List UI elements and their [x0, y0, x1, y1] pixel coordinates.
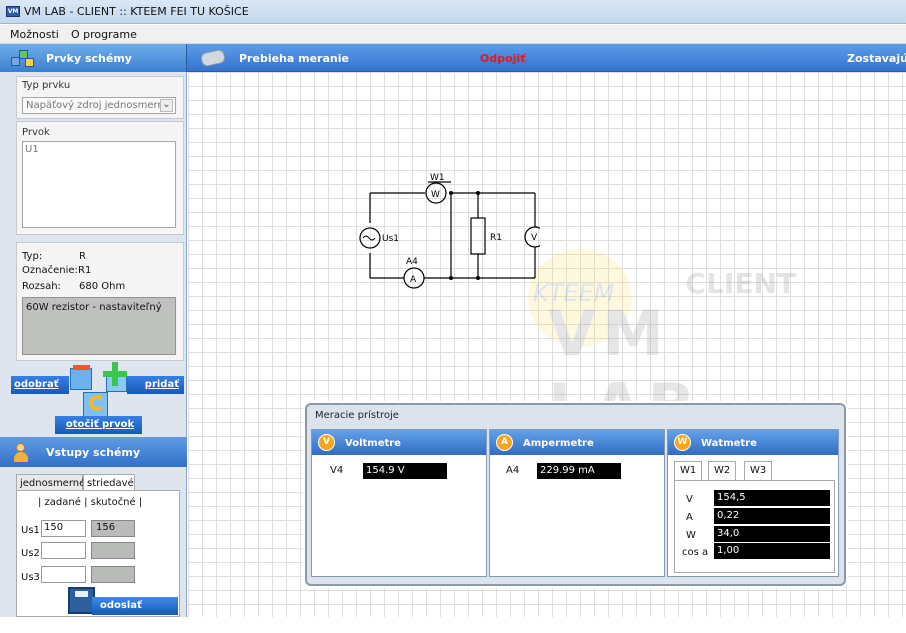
user-icon	[12, 443, 30, 462]
elements-panel-title: Prvky schémy	[46, 52, 132, 65]
list-item[interactable]: U1	[25, 144, 173, 155]
ammeter-symbol: A	[410, 275, 417, 285]
voltmeter-panel: V Voltmetre V4 154.9 V	[311, 429, 487, 577]
element-actions: odobrať pridať otočiť prvok	[11, 362, 184, 434]
voltmeter-icon: V	[318, 434, 335, 451]
wattmeter-power-label: W	[686, 530, 696, 541]
rotate-icon	[89, 395, 105, 411]
tab-w3[interactable]: W3	[744, 461, 773, 481]
us3-given-input[interactable]	[41, 566, 86, 583]
us2-given-input[interactable]	[41, 542, 86, 559]
remaining-time-label: Zostavajúci	[847, 52, 906, 65]
voltmeter-reading: 154.9 V	[363, 463, 447, 479]
wattmeter-label: W1	[430, 173, 445, 183]
wattmeter-icon: W	[674, 434, 691, 451]
ammeter-name: A4	[506, 465, 520, 476]
tab-w2[interactable]: W2	[708, 461, 737, 481]
ammeter-label: A4	[406, 257, 418, 267]
circuit-diagram[interactable]: W1 W Us1 A4 A R1 V V4	[350, 168, 540, 293]
info-designation-label: Označenie:	[22, 265, 78, 276]
send-inputs-button[interactable]: odoslať vstupy	[92, 597, 178, 629]
inputs-panel-header: Vstupy schémy	[0, 437, 187, 467]
elements-panel-header: Prvky schémy	[0, 44, 187, 72]
remove-element-button[interactable]: odobrať	[11, 376, 69, 394]
info-type-value: R	[79, 251, 86, 262]
input-row-label: Us2	[21, 548, 40, 559]
element-type-select[interactable]: Napäťový zdroj jednosmerný ⌄	[22, 97, 176, 114]
meter-window-title: Meracie prístroje	[315, 410, 399, 421]
tab-w1[interactable]: W1	[674, 461, 703, 481]
source-label: Us1	[382, 234, 399, 244]
meter-window[interactable]: Meracie prístroje V Voltmetre V4 154.9 V…	[305, 403, 846, 586]
rotate-element-button[interactable]: otočiť prvok	[55, 416, 142, 434]
plug-icon	[198, 48, 228, 66]
ac-source-icon	[362, 235, 376, 241]
ammeter-title: Ampermetre	[523, 438, 594, 449]
info-range-row: Rozsah: 680 Ohm	[22, 281, 125, 292]
info-range-label: Rozsah:	[22, 281, 61, 292]
input-tabs: jednosmerné striedavé	[16, 474, 180, 491]
wattmeter-title: Watmetre	[701, 438, 757, 449]
wattmeter-cos-value: 1,00	[714, 543, 830, 559]
menu-bar: Možnosti O programe	[0, 25, 906, 44]
tab-ac[interactable]: striedavé	[83, 474, 135, 491]
element-type-label: Typ prvku	[22, 80, 71, 91]
minus-icon	[73, 365, 90, 370]
inputs-panel-title: Vstupy schémy	[46, 446, 141, 459]
ammeter-icon: A	[496, 434, 513, 451]
us1-given-input[interactable]: 150	[41, 520, 86, 537]
chevron-down-icon[interactable]: ⌄	[160, 99, 173, 112]
wattmeter-voltage-value: 154,5	[714, 490, 830, 506]
info-designation-row: Označenie: R1	[22, 265, 91, 276]
tab-dc[interactable]: jednosmerné	[16, 474, 85, 491]
element-type-value: Napäťový zdroj jednosmerný	[26, 100, 170, 111]
element-list[interactable]: U1	[22, 141, 176, 228]
remove-cube-icon	[70, 368, 92, 390]
wattmeter-panel: W Watmetre W1 W2 W3 V 154,5 A 0,22 W 34,…	[667, 429, 839, 577]
resistor-label: R1	[490, 233, 502, 243]
us2-actual-value	[91, 542, 135, 559]
ammeter-header: A Ampermetre	[490, 430, 664, 455]
wattmeter-header: W Watmetre	[668, 430, 838, 455]
us1-actual-value: 156	[91, 520, 135, 537]
element-description: 60W rezistor - nastaviteľný	[22, 297, 176, 355]
window-title: VM LAB - CLIENT :: KTEEM FEI TU KOŠICE	[24, 5, 249, 18]
app-icon: VM	[6, 6, 20, 17]
voltmeter-symbol: V	[531, 233, 538, 243]
element-label: Prvok	[22, 127, 50, 138]
disconnect-button[interactable]: Odpojiť	[480, 52, 525, 65]
blocks-icon	[11, 50, 35, 67]
wattmeter-symbol: W	[431, 190, 440, 200]
info-type-row: Typ: R	[22, 251, 86, 262]
input-row-label: Us3	[21, 572, 40, 583]
us3-actual-value	[91, 566, 135, 583]
ammeter-reading: 229.99 mA	[537, 463, 621, 479]
input-row-label: Us1	[21, 525, 40, 536]
voltmeter-header: V Voltmetre	[312, 430, 486, 455]
wattmeter-cos-label: cos a	[682, 547, 709, 558]
title-bar: VM VM LAB - CLIENT :: KTEEM FEI TU KOŠIC…	[0, 0, 906, 24]
wattmeter-current-value: 0,22	[714, 508, 830, 524]
wattmeter-power-value: 34,0	[714, 526, 830, 542]
measurement-status: Prebieha meranie	[239, 52, 349, 65]
inputs-column-headers: | zadané | skutočné |	[38, 497, 143, 508]
menu-options[interactable]: Možnosti	[10, 28, 59, 41]
info-range-value: 680 Ohm	[79, 281, 126, 292]
menu-about[interactable]: O programe	[71, 28, 137, 41]
ammeter-panel: A Ampermetre A4 229.99 mA	[489, 429, 665, 577]
wattmeter-current-label: A	[686, 512, 693, 523]
info-designation-value: R1	[78, 265, 92, 276]
floppy-icon	[68, 587, 95, 614]
info-type-label: Typ:	[22, 251, 43, 262]
voltmeter-name: V4	[330, 465, 344, 476]
add-element-button[interactable]: pridať	[127, 376, 184, 394]
wattmeter-voltage-label: V	[686, 494, 693, 505]
voltmeter-title: Voltmetre	[345, 438, 401, 449]
watermark-client-text: CLIENT	[685, 267, 796, 300]
